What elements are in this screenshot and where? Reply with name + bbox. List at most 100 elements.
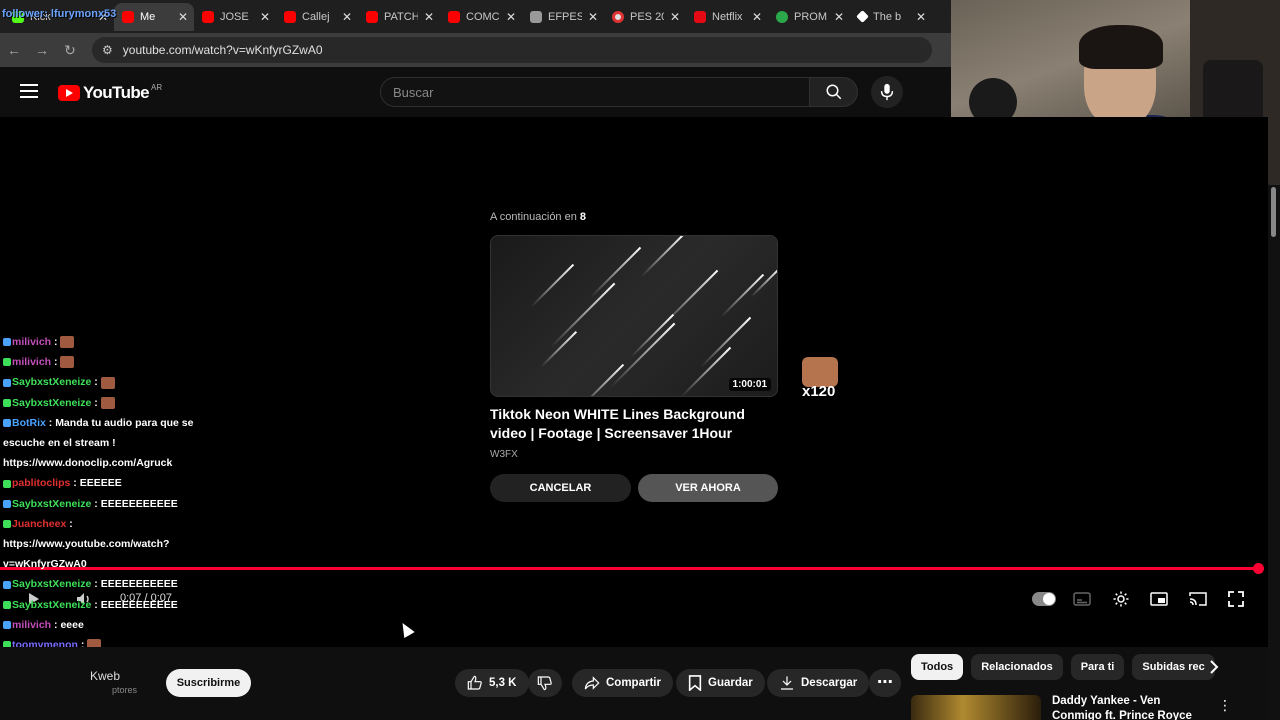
search-button[interactable]	[810, 77, 858, 107]
recommended-thumbnail[interactable]	[911, 695, 1041, 720]
youtube-header: YouTube AR	[0, 67, 952, 117]
neon-line	[530, 263, 575, 308]
tab-favicon-icon	[284, 10, 296, 23]
recommended-title[interactable]: Daddy Yankee - Ven Conmigo ft. Prince Ro…	[1052, 694, 1212, 720]
browser-tab[interactable]: PATCH ✕	[358, 3, 440, 31]
related-filter-chips: Todos Relacionados Para ti Subidas rec	[911, 654, 1215, 680]
close-tab-icon[interactable]: ✕	[260, 10, 270, 24]
upnext-label-text: A continuación en	[490, 211, 577, 223]
chat-username: pablitoclips	[12, 477, 71, 490]
chat-badge-icon	[3, 338, 11, 347]
dislike-button[interactable]	[528, 669, 562, 697]
close-tab-icon[interactable]: ✕	[342, 10, 352, 24]
autoplay-toggle[interactable]	[1032, 592, 1056, 606]
share-button[interactable]: Compartir	[572, 669, 673, 697]
tab-favicon-icon	[694, 10, 706, 23]
browser-tab[interactable]: JOSE ✕	[194, 3, 276, 31]
tab-title: PATCH	[384, 10, 418, 23]
chat-text: EEEEEEEEEEE	[100, 578, 178, 591]
progress-scrubber[interactable]	[1253, 563, 1264, 574]
channel-name[interactable]: Kweb	[90, 669, 120, 683]
subtitles-icon[interactable]	[1072, 590, 1092, 608]
chat-badge-icon	[3, 419, 11, 428]
browser-address-bar: ← → ↻ ⚙ youtube.com/watch?v=wKnfyrGZwA0	[0, 33, 952, 67]
close-tab-icon[interactable]: ✕	[834, 10, 844, 24]
close-tab-icon[interactable]: ✕	[670, 10, 680, 24]
search-box	[380, 77, 810, 107]
chat-separator: :	[91, 396, 101, 409]
chat-separator: :	[91, 578, 101, 591]
reload-icon[interactable]: ↻	[56, 42, 84, 59]
chat-message: escuche en el stream !	[3, 435, 116, 451]
chat-message: https://www.youtube.com/watch?	[3, 536, 169, 552]
page-scrollbar[interactable]	[1268, 185, 1280, 720]
filter-chip[interactable]: Para ti	[1070, 654, 1125, 680]
logo-text: YouTube	[83, 83, 150, 102]
share-icon	[584, 676, 600, 690]
recommended-menu-icon[interactable]: ⋮	[1218, 697, 1232, 714]
close-tab-icon[interactable]: ✕	[916, 10, 926, 24]
chat-username: milivich	[12, 356, 52, 369]
below-video-bar: Kweb ptores Suscribirme 5,3 K Compartir …	[0, 647, 1268, 720]
like-button[interactable]: 5,3 K	[455, 669, 529, 697]
chat-text: https://www.youtube.com/watch?	[3, 538, 170, 550]
download-label: Descargar	[801, 677, 858, 689]
search-input[interactable]	[381, 78, 809, 106]
neon-line	[660, 269, 719, 328]
save-button[interactable]: Guardar	[676, 669, 765, 697]
browser-tab[interactable]: The b ✕	[850, 3, 932, 31]
cancel-autoplay-button[interactable]: CANCELAR	[490, 474, 631, 502]
more-actions-button[interactable]: ⋯	[869, 669, 901, 697]
chat-message: Juancheex :	[3, 516, 73, 532]
voice-search-button[interactable]	[871, 76, 903, 108]
site-settings-icon[interactable]: ⚙	[102, 43, 113, 57]
url-text: youtube.com/watch?v=wKnfyrGZwA0	[122, 43, 323, 57]
miniplayer-icon[interactable]	[1149, 590, 1169, 608]
cast-icon[interactable]	[1188, 590, 1208, 608]
upnext-title[interactable]: Tiktok Neon WHITE Lines Background video…	[490, 405, 785, 443]
browser-tab[interactable]: PES 20 ✕	[604, 3, 686, 31]
chat-separator: :	[51, 356, 61, 369]
tab-favicon-icon	[448, 10, 460, 23]
filter-chip[interactable]: Todos	[911, 654, 964, 680]
close-tab-icon[interactable]: ✕	[588, 10, 598, 24]
neon-line	[720, 273, 765, 318]
settings-gear-icon[interactable]	[1111, 590, 1131, 608]
menu-icon[interactable]	[20, 84, 38, 98]
close-tab-icon[interactable]: ✕	[752, 10, 762, 24]
back-icon[interactable]: ←	[0, 42, 28, 58]
neon-line	[550, 282, 616, 348]
download-button[interactable]: Descargar	[767, 669, 870, 697]
neon-line	[610, 322, 676, 388]
close-tab-icon[interactable]: ✕	[506, 10, 516, 24]
subscribe-button[interactable]: Suscribirme	[166, 669, 251, 697]
browser-tab[interactable]: Netflix ✕	[686, 3, 768, 31]
chat-badge-icon	[3, 479, 11, 488]
chat-text: https://www.donoclip.com/Agruck	[3, 457, 173, 470]
upnext-thumbnail[interactable]: 1:00:01	[490, 235, 778, 397]
youtube-play-icon	[58, 85, 80, 101]
chat-username: SaybxstXeneize	[12, 598, 92, 611]
close-tab-icon[interactable]: ✕	[424, 10, 434, 24]
chat-text: EEEEEEEEEEE	[100, 497, 178, 510]
watch-now-button[interactable]: VER AHORA	[638, 474, 778, 502]
url-field[interactable]: ⚙ youtube.com/watch?v=wKnfyrGZwA0	[92, 37, 932, 63]
fullscreen-icon[interactable]	[1226, 590, 1246, 608]
forward-icon[interactable]: →	[28, 42, 56, 58]
chat-message: BotRix : Manda tu audio para que se	[3, 415, 193, 431]
browser-tab[interactable]: EFPES ✕	[522, 3, 604, 31]
browser-tab[interactable]: COMC ✕	[440, 3, 522, 31]
filter-chip[interactable]: Relacionados	[971, 654, 1063, 680]
close-tab-icon[interactable]: ✕	[178, 10, 188, 24]
youtube-logo[interactable]: YouTube AR	[58, 83, 162, 103]
tab-favicon-icon	[202, 10, 214, 23]
scrollbar-thumb[interactable]	[1271, 187, 1276, 237]
tab-favicon-icon	[122, 10, 134, 23]
browser-tab[interactable]: PROM ✕	[768, 3, 850, 31]
browser-tab[interactable]: Me ✕	[114, 2, 194, 31]
thumbs-down-icon	[537, 676, 552, 691]
chevron-right-icon[interactable]	[1203, 656, 1225, 678]
browser-tab[interactable]: Callej ✕	[276, 3, 358, 31]
emote-multiplier: x120	[802, 383, 836, 400]
chat-username: SaybxstXeneize	[12, 396, 92, 409]
